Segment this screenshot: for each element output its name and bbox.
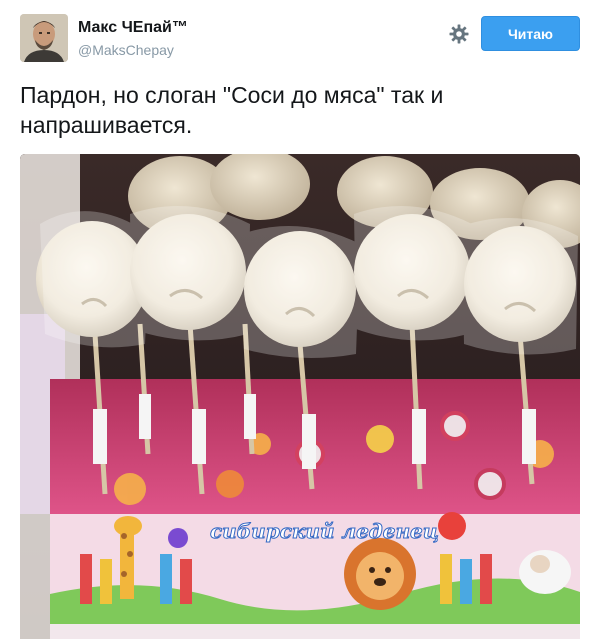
author-name[interactable]: Макс ЧЕпай™ — [78, 19, 188, 37]
box-label: сибирский леденец — [210, 519, 439, 543]
gear-icon — [449, 24, 469, 44]
author-handle[interactable]: @MaksChepay — [78, 42, 174, 58]
follow-button[interactable]: Читаю — [481, 16, 580, 51]
avatar[interactable] — [20, 14, 68, 62]
tweet-card: Макс ЧЕпай™ @MaksChepay Читаю Пардон, но… — [0, 0, 595, 639]
tweet-text: Пардон, но слоган "Соси до мяса" так и н… — [20, 82, 444, 138]
settings-button[interactable] — [448, 23, 470, 45]
tweet-photo[interactable]: сибирский леденец — [20, 154, 580, 639]
